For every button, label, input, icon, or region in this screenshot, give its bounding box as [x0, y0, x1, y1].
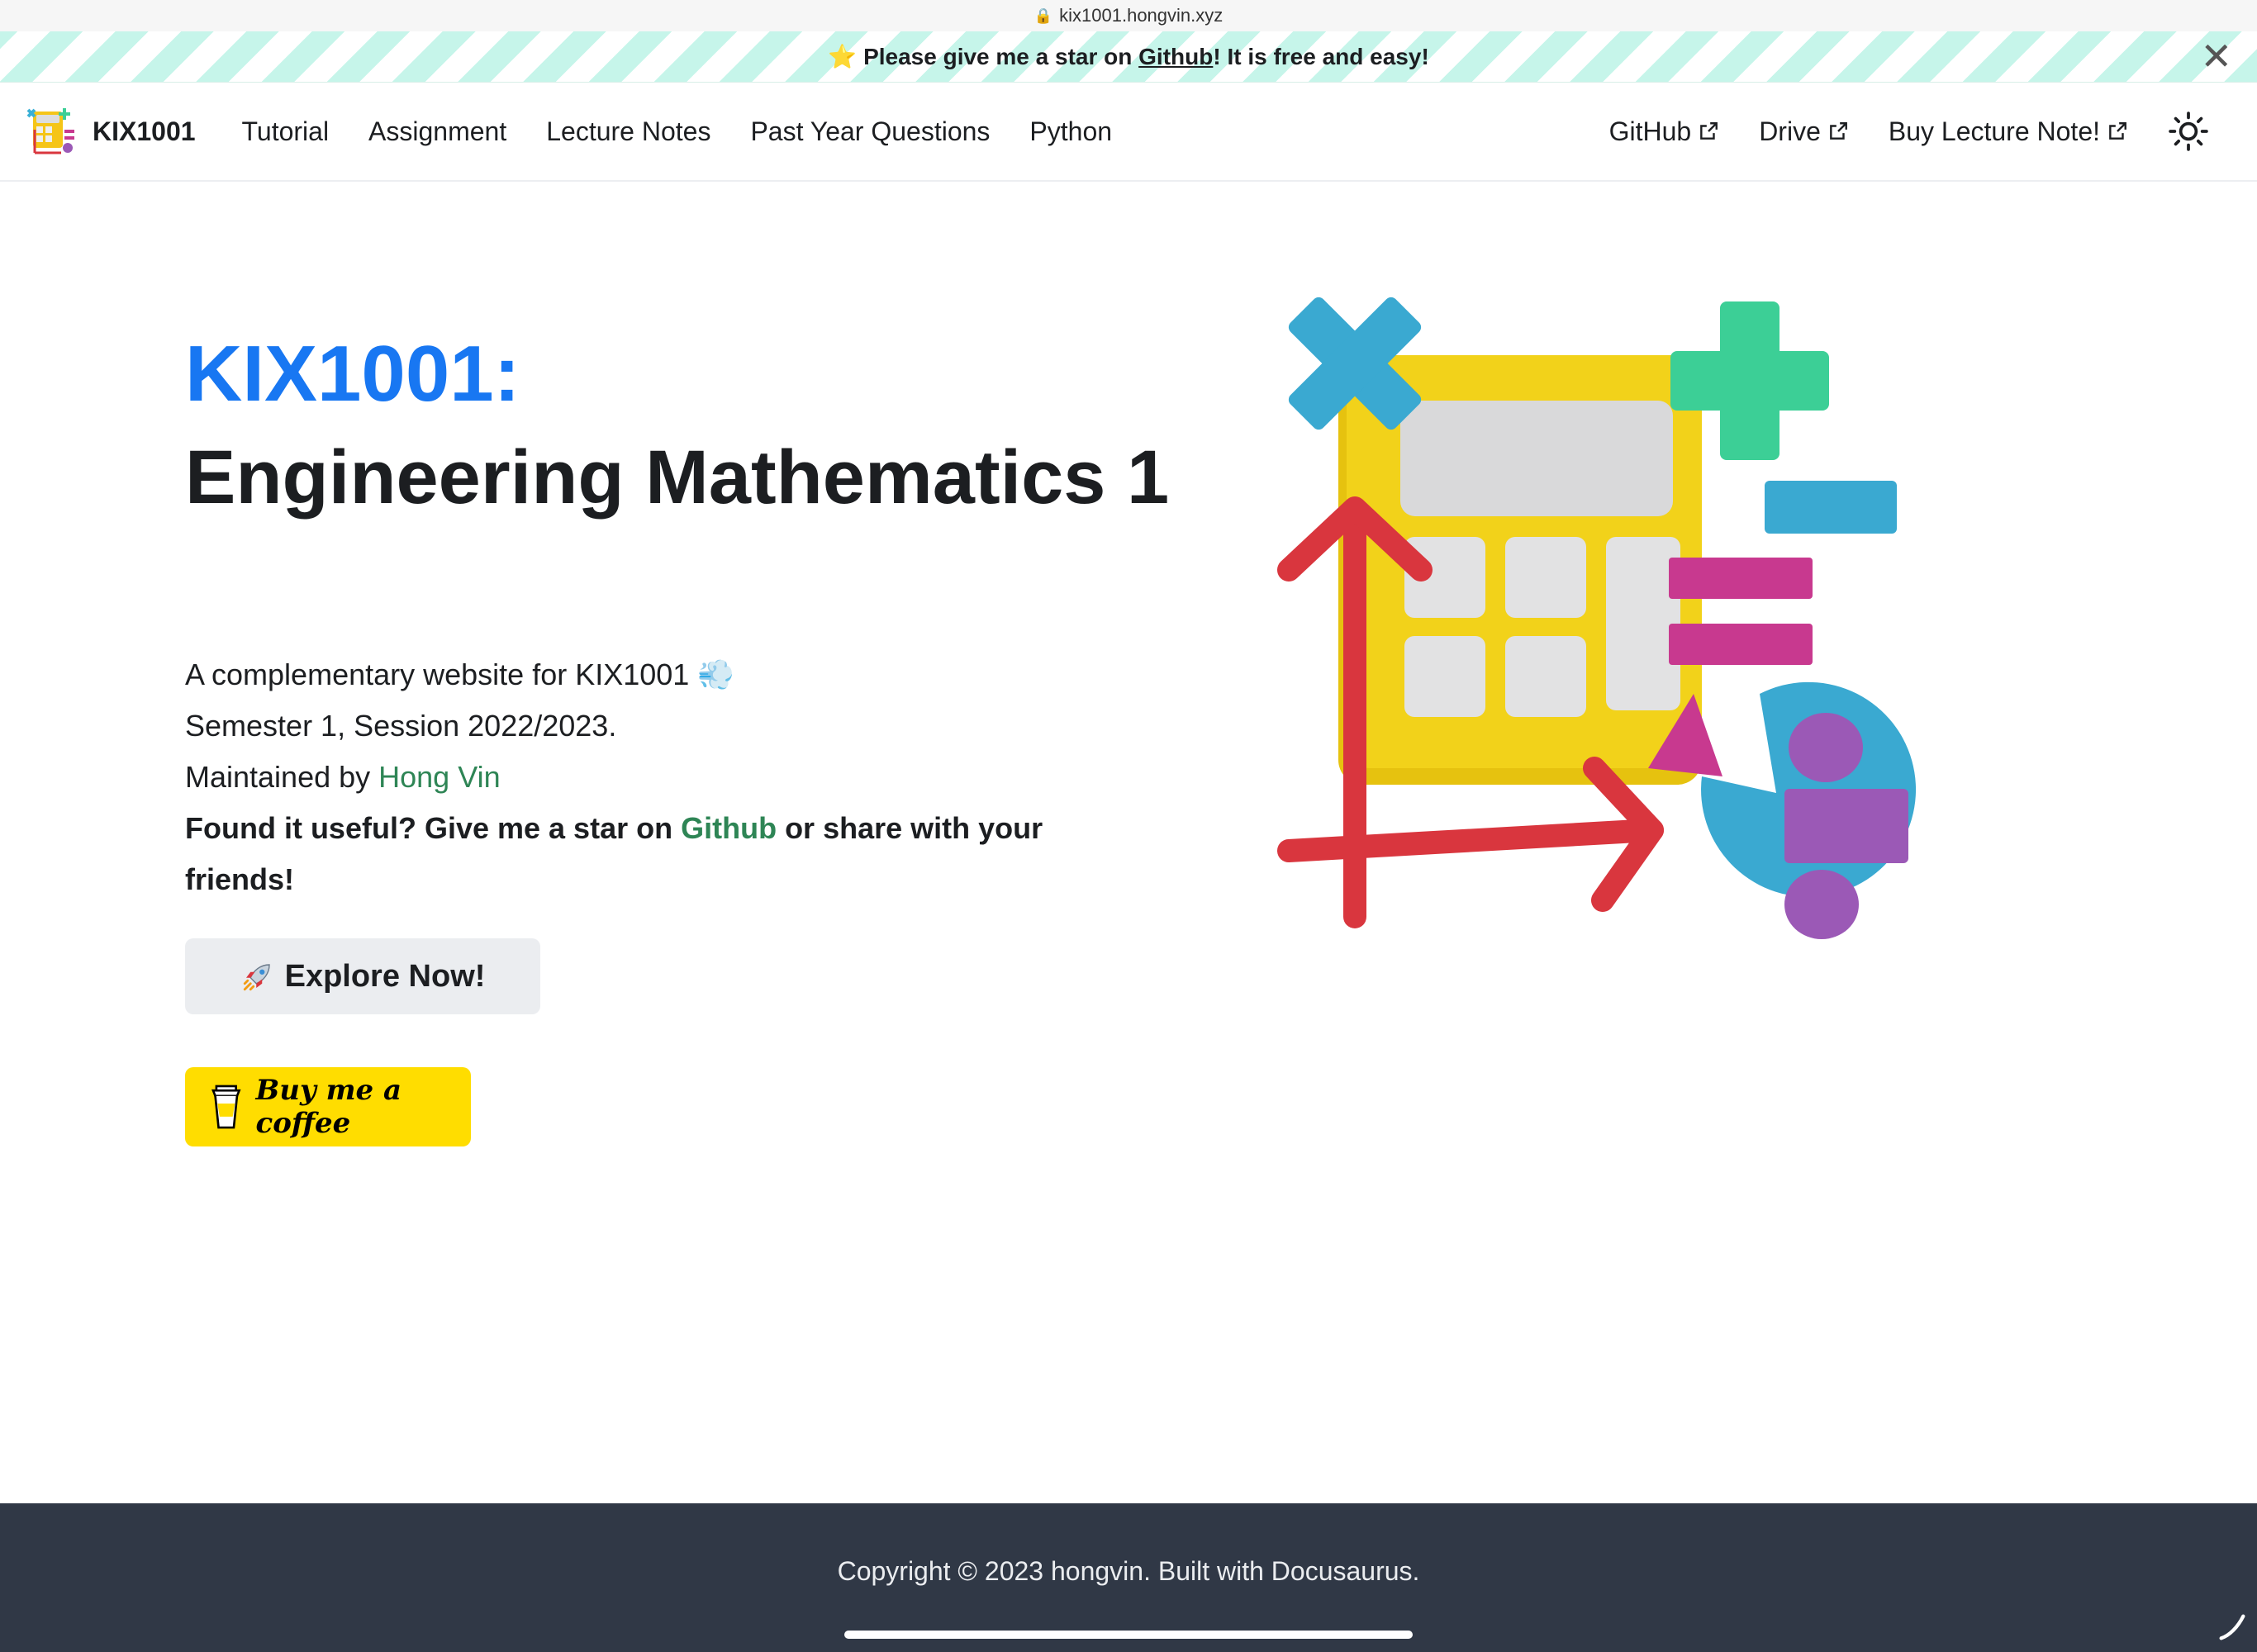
external-link-icon [1830, 122, 1847, 140]
nav-external-links: GitHub Drive Buy Lecture Note! [1609, 111, 2209, 152]
browser-url-bar[interactable]: 🔒 kix1001.hongvin.xyz [0, 0, 2257, 31]
nav-item-past-year-questions[interactable]: Past Year Questions [750, 116, 990, 147]
buy-me-a-coffee-label: Buy me a coffee [255, 1074, 402, 1140]
hero-title: Engineering Mathematics 1 [185, 435, 1170, 520]
announcement-github-link[interactable]: Github [1138, 44, 1213, 70]
nav-item-github[interactable]: GitHub [1609, 116, 1720, 147]
cta-prefix: Found it useful? Give me a star on [185, 811, 682, 845]
pencil-icon[interactable] [2216, 1611, 2249, 1644]
lock-icon: 🔒 [1033, 7, 1053, 24]
nav-item-buy-lecture-note-label: Buy Lecture Note! [1888, 116, 2100, 146]
buy-me-a-coffee-button[interactable]: Buy me a coffee [185, 1067, 471, 1146]
nav-item-assignment[interactable]: Assignment [368, 116, 506, 147]
explore-now-button[interactable]: Explore Now! [185, 938, 540, 1014]
brand-link[interactable]: KIX1001 [25, 105, 196, 158]
nav-item-python[interactable]: Python [1029, 116, 1112, 147]
nav-item-drive[interactable]: Drive [1759, 116, 1849, 147]
rocket-icon [243, 964, 270, 991]
coffee-cup-icon [211, 1085, 241, 1129]
star-icon: ⭐ [828, 44, 858, 69]
announcement-suffix: ! It is free and easy! [1213, 43, 1429, 69]
nav-item-buy-lecture-note[interactable]: Buy Lecture Note! [1889, 116, 2128, 147]
dash-icon: 💨 [697, 657, 735, 691]
brand-title: KIX1001 [93, 116, 196, 146]
hero-maintained-line: Maintained by Hong Vin [185, 752, 1135, 803]
sun-icon[interactable] [2168, 111, 2209, 152]
calculator-logo-icon [26, 108, 74, 154]
hero-desc-line-1-text: A complementary website for KIX1001 [185, 657, 690, 691]
hero-desc-line-2: Semester 1, Session 2022/2023. [185, 709, 617, 743]
nav-item-lecture-notes[interactable]: Lecture Notes [546, 116, 710, 147]
url-text: kix1001.hongvin.xyz [1059, 5, 1224, 26]
nav-links: Tutorial Assignment Lecture Notes Past Y… [242, 116, 1152, 147]
footer: Copyright © 2023 hongvin. Built with Doc… [0, 1503, 2257, 1652]
external-link-icon [2109, 122, 2126, 140]
maintained-prefix: Maintained by [185, 760, 379, 794]
math-calculator-illustration [1277, 297, 1917, 939]
nav-item-github-label: GitHub [1608, 116, 1692, 146]
maintainer-link[interactable]: Hong Vin [378, 760, 500, 794]
hero-description: A complementary website for KIX1001 💨 Se… [185, 649, 1135, 905]
explore-now-label: Explore Now! [284, 958, 486, 994]
hero-cta-line: Found it useful? Give me a star on Githu… [185, 803, 1135, 905]
announcement-bar: ⭐ Please give me a star on Github! It is… [0, 31, 2257, 83]
hero-accent-title: KIX1001: [185, 330, 520, 418]
cta-github-link[interactable]: Github [681, 811, 777, 845]
footer-copyright: Copyright © 2023 hongvin. Built with Doc… [837, 1555, 1420, 1586]
close-icon[interactable]: ✕ [2200, 37, 2232, 75]
nav-item-tutorial[interactable]: Tutorial [242, 116, 330, 147]
home-indicator[interactable] [844, 1631, 1413, 1639]
hero-desc-line-1: A complementary website for KIX1001 💨 [185, 649, 1135, 700]
announcement-prefix: Please give me a star on [863, 43, 1133, 69]
external-link-icon [1700, 122, 1718, 140]
nav-item-drive-label: Drive [1759, 116, 1821, 146]
navbar: KIX1001 Tutorial Assignment Lecture Note… [0, 83, 2257, 182]
